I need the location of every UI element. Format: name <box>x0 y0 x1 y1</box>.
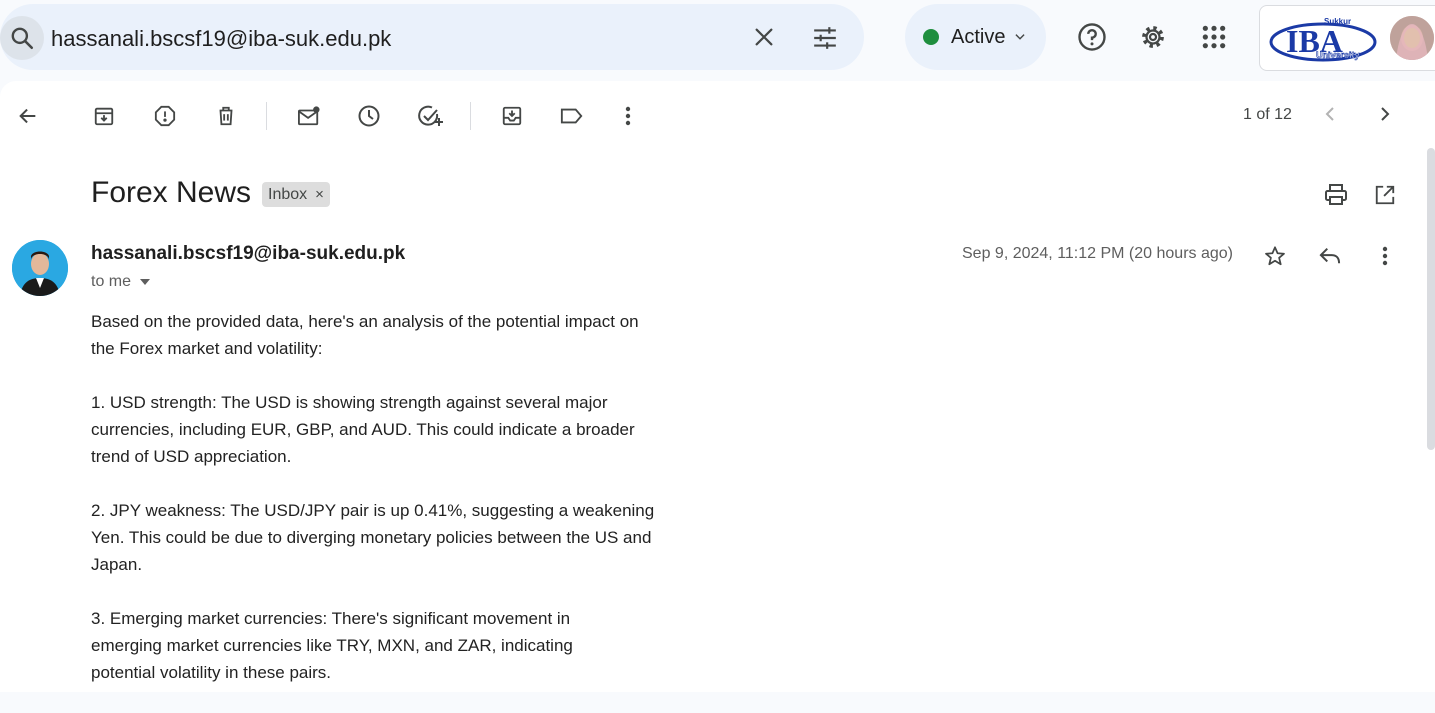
chevron-left-icon[interactable] <box>1316 100 1344 128</box>
sender-avatar[interactable] <box>12 240 68 296</box>
delete-icon[interactable] <box>210 100 242 132</box>
email-date: Sep 9, 2024, 11:12 PM (20 hours ago) <box>962 245 1233 262</box>
mark-unread-icon[interactable] <box>293 100 325 132</box>
status-label: Active <box>951 25 1006 48</box>
print-icon[interactable] <box>1320 179 1352 211</box>
settings-icon[interactable] <box>1133 17 1173 57</box>
move-to-icon[interactable] <box>496 100 528 132</box>
account-avatar[interactable] <box>1390 16 1434 60</box>
recipient-text: to me <box>91 273 132 290</box>
open-new-window-icon[interactable] <box>1369 179 1401 211</box>
scrollbar[interactable] <box>1427 148 1435 450</box>
email-body: Based on the provided data, here's an an… <box>91 308 711 713</box>
status-selector[interactable]: Active <box>905 4 1046 70</box>
apps-grid-icon[interactable] <box>1194 17 1234 57</box>
report-spam-icon[interactable] <box>149 100 181 132</box>
add-task-icon[interactable] <box>414 100 446 132</box>
svg-text:University: University <box>1316 50 1360 60</box>
pager-count: 1 of 12 <box>1243 106 1292 123</box>
status-dot <box>923 29 939 45</box>
recipient-line[interactable]: to me <box>91 273 151 291</box>
email-subject: Forex News <box>91 176 252 209</box>
search-icon[interactable] <box>0 16 44 60</box>
body-paragraph: 1. USD strength: The USD is showing stre… <box>91 393 635 466</box>
label-chip-text: Inbox <box>268 185 308 203</box>
toolbar-divider <box>470 102 471 130</box>
star-icon[interactable] <box>1259 240 1291 272</box>
organization-logo: Sukkur IBA University <box>1268 12 1378 64</box>
help-icon[interactable] <box>1072 17 1112 57</box>
remove-label-icon[interactable]: × <box>315 186 324 203</box>
back-arrow-icon[interactable] <box>12 100 44 132</box>
body-paragraph: Based on the provided data, here's an an… <box>91 312 639 358</box>
chevron-down-icon <box>1013 30 1027 44</box>
reply-icon[interactable] <box>1314 240 1346 272</box>
snooze-icon[interactable] <box>353 100 385 132</box>
more-icon[interactable] <box>612 100 644 132</box>
chevron-right-icon[interactable] <box>1371 100 1399 128</box>
inbox-label-chip[interactable]: Inbox × <box>262 182 330 207</box>
search-options-icon[interactable] <box>808 21 842 55</box>
caret-down-icon[interactable] <box>139 278 151 286</box>
sender-email[interactable]: hassanali.bscsf19@iba-suk.edu.pk <box>91 243 405 265</box>
body-paragraph: 2. JPY weakness: The USD/JPY pair is up … <box>91 501 655 574</box>
search-bar[interactable]: hassanali.bscsf19@iba-suk.edu.pk <box>0 4 864 70</box>
account-switcher[interactable]: Sukkur IBA University <box>1259 5 1435 71</box>
toolbar-divider <box>266 102 267 130</box>
clear-search-icon[interactable] <box>748 21 780 53</box>
archive-icon[interactable] <box>88 100 120 132</box>
label-icon[interactable] <box>556 100 588 132</box>
message-more-icon[interactable] <box>1369 240 1401 272</box>
search-input[interactable]: hassanali.bscsf19@iba-suk.edu.pk <box>51 26 391 52</box>
body-paragraph: 3. Emerging market currencies: There's s… <box>91 609 573 682</box>
